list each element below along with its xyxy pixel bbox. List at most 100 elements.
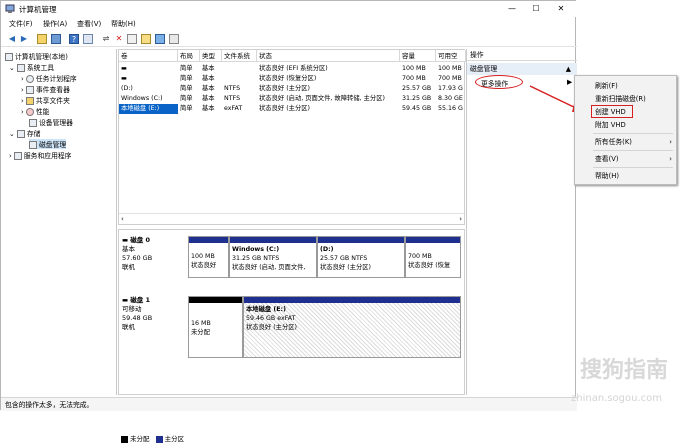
partition-efi[interactable]: 100 MB 状态良好 — [188, 236, 229, 278]
menu-action[interactable]: 操作(A) — [43, 19, 67, 29]
tree-device-manager[interactable]: 设备管理器 — [29, 117, 73, 127]
back-icon[interactable]: ◀ — [7, 34, 17, 44]
menu-all-tasks-label: 所有任务(K) — [595, 138, 632, 146]
menu-view[interactable]: 查看(V) › — [575, 153, 678, 165]
menu-help[interactable]: 帮助(H) — [575, 170, 678, 182]
cell: 状态良好 (主分区) — [257, 84, 400, 94]
cell: 17.93 G — [436, 84, 466, 94]
part-size: 59.46 GB exFAT — [246, 314, 458, 323]
show-hide-tree-icon[interactable] — [51, 34, 61, 44]
disk-map: ▬ 磁盘 0 基本 57.60 GB 联机 100 MB 状态良好 Window… — [118, 229, 465, 395]
services-icon — [14, 152, 22, 160]
menu-view-label: 查看(V) — [595, 155, 619, 163]
partition-e[interactable]: 本地磁盘 (E:) 59.46 GB exFAT 状态良好 (主分区) — [243, 296, 461, 358]
menu-separator — [593, 167, 673, 168]
menu-help[interactable]: 帮助(H) — [111, 19, 136, 29]
part-size: 25.57 GB NTFS — [320, 254, 402, 263]
cell: 基本 — [200, 94, 222, 104]
menu-bar: 文件(F) 操作(A) 查看(V) 帮助(H) — [1, 17, 577, 31]
up-folder-icon[interactable] — [37, 34, 47, 44]
legend: 未分配 主分区 — [118, 433, 465, 443]
submenu-arrow-icon: › — [669, 153, 672, 165]
col-free[interactable]: 可用空 — [436, 50, 466, 62]
minimize-button[interactable]: — — [501, 3, 523, 15]
performance-icon — [26, 108, 34, 116]
part-size: 700 MB — [408, 252, 458, 261]
tree-shared-folders[interactable]: › 共享文件夹 — [21, 95, 70, 105]
menu-rescan-disks[interactable]: 重新扫描磁盘(R) — [575, 93, 678, 105]
tree-services[interactable]: › 服务和应用程序 — [9, 150, 71, 160]
cell: 简单 — [178, 74, 200, 84]
cell: 31.25 GB — [400, 94, 436, 104]
tree-disk-management[interactable]: 磁盘管理 — [29, 139, 66, 149]
tree-performance[interactable]: › 性能 — [21, 106, 49, 116]
window-title: 计算机管理 — [19, 4, 57, 15]
partition-unallocated[interactable]: 16 MB 未分配 — [188, 296, 243, 358]
watermark-url: zhinan.sogou.com — [571, 393, 662, 404]
tree-disk-management-label: 磁盘管理 — [39, 141, 66, 149]
col-capacity[interactable]: 容量 — [400, 50, 436, 62]
connect-icon[interactable]: ⇌ — [101, 34, 111, 44]
col-filesystem[interactable]: 文件系统 — [222, 50, 257, 62]
tree-device-manager-label: 设备管理器 — [39, 119, 73, 127]
tree-system-tools-label: 系统工具 — [27, 64, 54, 72]
partition-d[interactable]: (D:) 25.57 GB NTFS 状态良好 (主分区) — [317, 236, 405, 278]
cell: exFAT — [222, 104, 257, 114]
part-status: 状态良好 (主分区) — [320, 263, 402, 272]
cell: 100 MB — [436, 64, 466, 74]
scroll-right-icon[interactable]: › — [459, 215, 462, 223]
search-icon[interactable] — [155, 34, 165, 44]
disk-icon: ▬ — [122, 236, 130, 244]
tree-event-viewer-label: 事件查看器 — [36, 86, 70, 94]
tree-root[interactable]: 计算机管理(本地) — [5, 51, 68, 61]
cell: 简单 — [178, 84, 200, 94]
col-volume[interactable]: 卷 — [119, 50, 178, 62]
actions-header: 操作 — [467, 49, 577, 61]
disk1-info[interactable]: ▬ 磁盘 1 可移动 59.48 GB 联机 — [122, 296, 184, 332]
scroll-left-icon[interactable]: ‹ — [121, 215, 124, 223]
close-button[interactable]: ✕ — [550, 3, 572, 15]
cell — [222, 74, 257, 84]
maximize-button[interactable]: ☐ — [525, 3, 547, 15]
console-icon[interactable] — [83, 34, 93, 44]
actions-section-disk-mgmt[interactable]: 磁盘管理 ▲ — [467, 63, 577, 75]
tree-system-tools[interactable]: ⌄ 系统工具 — [9, 62, 54, 72]
cell: NTFS — [222, 94, 257, 104]
list-view-icon[interactable] — [169, 34, 179, 44]
tree-event-viewer[interactable]: › 事件查看器 — [21, 84, 70, 94]
shared-folder-icon — [26, 97, 34, 105]
tree-storage[interactable]: ⌄ 存储 — [9, 128, 40, 138]
forward-icon[interactable]: ▶ — [19, 34, 29, 44]
primary-bar — [189, 237, 228, 243]
delete-icon[interactable]: ✕ — [114, 34, 124, 44]
properties-icon[interactable] — [127, 34, 137, 44]
cell: 8.30 GE — [436, 94, 466, 104]
partition-recovery[interactable]: 700 MB 状态良好 (恢复 — [405, 236, 461, 278]
disk0-name: ▬ 磁盘 0 — [122, 236, 184, 245]
part-size: 100 MB — [191, 252, 226, 261]
cell: 简单 — [178, 64, 200, 74]
menu-file[interactable]: 文件(F) — [9, 19, 33, 29]
partition-c[interactable]: Windows (C:) 31.25 GB NTFS 状态良好 (启动, 页面文… — [229, 236, 317, 278]
menu-attach-vhd[interactable]: 附加 VHD — [575, 119, 678, 131]
help-icon[interactable]: ? — [69, 34, 79, 44]
menu-view[interactable]: 查看(V) — [77, 19, 101, 29]
col-status[interactable]: 状态 — [257, 50, 400, 62]
col-type[interactable]: 类型 — [200, 50, 222, 62]
tree-root-label: 计算机管理(本地) — [15, 53, 68, 61]
cell: 700 MB — [400, 74, 436, 84]
disk0-info[interactable]: ▬ 磁盘 0 基本 57.60 GB 联机 — [122, 236, 184, 272]
col-layout[interactable]: 布局 — [178, 50, 200, 62]
disk0-type: 基本 — [122, 245, 184, 254]
tree-task-scheduler[interactable]: › 任务计划程序 — [21, 73, 77, 83]
part-status: 未分配 — [191, 328, 240, 337]
collapse-icon[interactable]: ▲ — [566, 63, 571, 75]
menu-all-tasks[interactable]: 所有任务(K)› — [575, 136, 678, 148]
cell: 本地磁盘 (E:) — [119, 104, 178, 114]
tree-performance-label: 性能 — [36, 108, 50, 116]
open-folder-icon[interactable] — [141, 34, 151, 44]
part-size: 31.25 GB NTFS — [232, 254, 314, 263]
menu-refresh[interactable]: 刷新(F) — [575, 80, 678, 92]
horizontal-scrollbar[interactable]: ‹ › — [119, 213, 466, 225]
part-status: 状态良好 (主分区) — [246, 323, 458, 332]
